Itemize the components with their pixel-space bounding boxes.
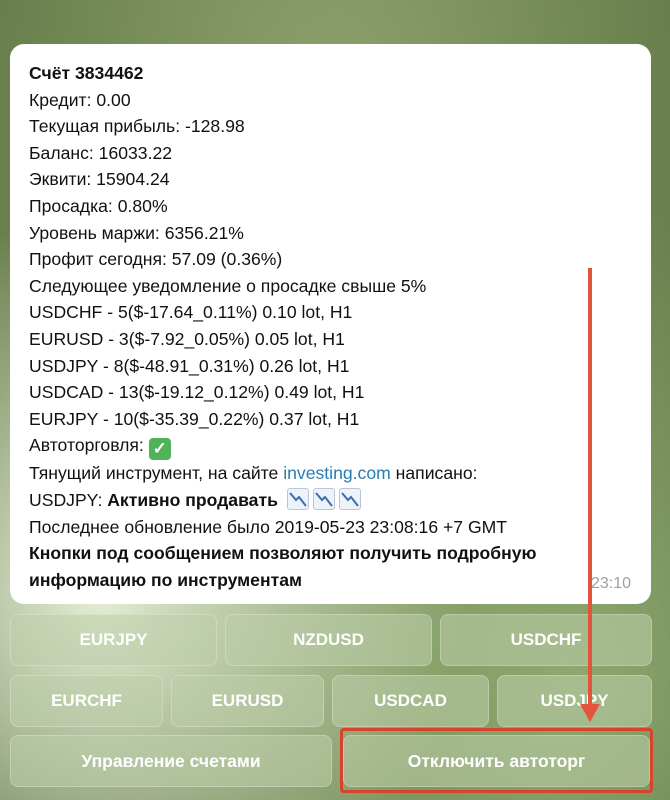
keyboard-button-usdcad[interactable]: USDCAD — [332, 675, 489, 727]
investing-link[interactable]: investing.com — [283, 463, 391, 483]
hint-line: информацию по инструментам — [29, 569, 302, 590]
profit-today-line: Профит сегодня: 57.09 (0.36%) — [29, 249, 283, 270]
drawdown-line: Просадка: 0.80% — [29, 195, 168, 216]
arrow-line — [588, 268, 592, 708]
margin-level-line: Уровень маржи: 6356.21% — [29, 222, 244, 243]
chart-decreasing-icon — [312, 487, 335, 510]
balance-line: Баланс: 16033.22 — [29, 142, 173, 163]
credit-line: Кредит: 0.00 — [29, 89, 131, 110]
last-update-line: Последнее обновление было 2019-05-23 23:… — [29, 516, 508, 537]
keyboard-button-eurjpy[interactable]: EURJPY — [10, 614, 217, 666]
message-time: 23:10 — [590, 575, 631, 593]
highlight-box — [340, 728, 653, 793]
chart-decreasing-icon — [286, 487, 309, 510]
pulling-instrument-line: Тянущий инструмент, на сайте investing.c… — [29, 460, 633, 487]
position-line: USDCAD - 13($-19.12_0.12%) 0.49 lot, H1 — [29, 382, 365, 403]
message-bubble: Счёт 3834462 Кредит: 0.00 Текущая прибыл… — [10, 44, 651, 604]
next-notification-line: Следующее уведомление о просадке свыше 5… — [29, 275, 427, 296]
autotrade-label: Автоторговля: — [29, 435, 144, 456]
check-mark-button-icon: ✓ — [148, 438, 171, 461]
signal-symbol: USDJPY: — [29, 489, 108, 510]
position-line: EURJPY - 10($-35.39_0.22%) 0.37 lot, H1 — [29, 408, 360, 429]
equity-line: Эквити: 15904.24 — [29, 169, 170, 190]
keyboard-button-usdjpy[interactable]: USDJPY — [497, 675, 652, 727]
keyboard-button-eurchf[interactable]: EURCHF — [10, 675, 163, 727]
pulling-suffix: написано: — [390, 463, 478, 484]
keyboard-button-nzdusd[interactable]: NZDUSD — [225, 614, 432, 666]
arrow-down-icon — [580, 704, 600, 722]
keyboard-button-usdchf[interactable]: USDCHF — [440, 614, 652, 666]
position-line: EURUSD - 3($-7.92_0.05%) 0.05 lot, H1 — [29, 328, 345, 349]
account-title: Счёт 3834462 — [29, 63, 144, 83]
keyboard-button-eurusd[interactable]: EURUSD — [171, 675, 324, 727]
position-line: USDJPY - 8($-48.91_0.31%) 0.26 lot, H1 — [29, 355, 350, 376]
manage-accounts-button[interactable]: Управление счетами — [10, 735, 332, 787]
hint-line: Кнопки под сообщением позволяют получить… — [29, 543, 537, 564]
current-profit-line: Текущая прибыль: -128.98 — [29, 116, 245, 137]
position-line: USDCHF - 5($-17.64_0.11%) 0.10 lot, H1 — [29, 302, 353, 323]
autotrade-line: Автоторговля: ✓ — [29, 432, 633, 461]
chart-decreasing-icon — [338, 487, 361, 510]
pulling-prefix: Тянущий инструмент, на сайте — [29, 463, 284, 484]
signal-line: USDJPY: Активно продавать — [29, 487, 633, 514]
signal-action: Активно продавать — [107, 489, 278, 510]
